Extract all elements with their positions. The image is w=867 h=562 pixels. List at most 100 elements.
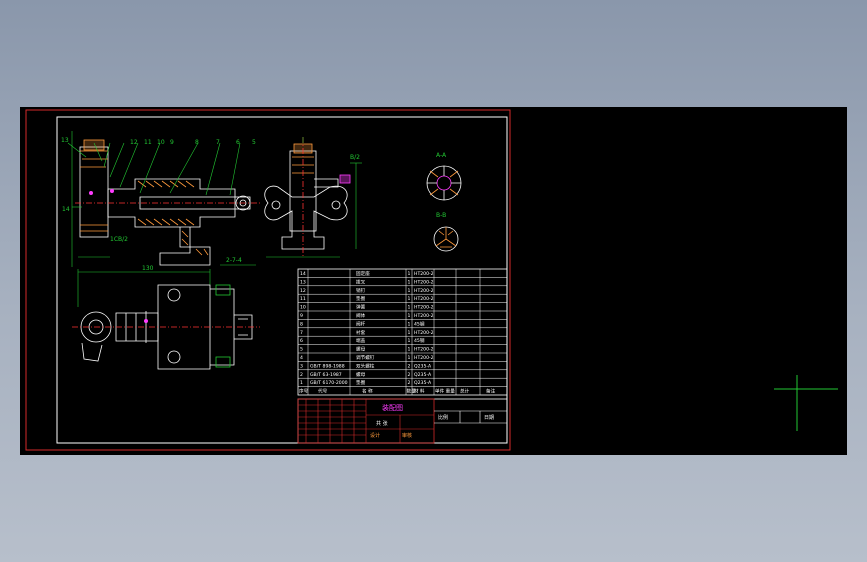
parts-row-qty: 1 (408, 271, 411, 277)
parts-row-no: 2 (300, 372, 303, 378)
parts-row-material: Q235-A (414, 380, 432, 386)
parts-row-name: 双头螺柱 (356, 362, 375, 369)
handle-hatch (80, 150, 108, 232)
parts-row-name: 销钉 (356, 287, 366, 294)
detail-view-a: A-A (426, 152, 462, 201)
side-body (264, 185, 348, 250)
parts-row-name: 螺母 (356, 371, 366, 378)
parts-row-standard: GB/T 898-1988 (310, 363, 345, 369)
plan-bolt-bottom (167, 350, 181, 364)
cad-viewport[interactable]: 13 12 11 10 9 8 7 6 5 14 1C B/2 B/2 A-A … (20, 107, 847, 455)
balloon-label: 7 (216, 139, 220, 146)
parts-row-qty: 2 (408, 380, 411, 386)
balloon-label: 13 (61, 137, 69, 144)
plan-view: 130 2-7-4 (72, 257, 260, 370)
parts-header-name: 名 称 (362, 388, 373, 395)
assembly-drawing: 13 12 11 10 9 8 7 6 5 14 1C B/2 B/2 A-A … (25, 109, 838, 451)
side-bolt-right (331, 200, 341, 210)
balloon-label: 12 (130, 139, 138, 146)
dimension-label: 2-7-4 (226, 257, 242, 264)
parts-row-name: 端盖 (356, 337, 366, 344)
parts-row-material: HT200-2 (414, 288, 434, 294)
date-label: 日期 (484, 415, 494, 421)
balloon-label: 11 (144, 139, 152, 146)
crosshair-cursor[interactable] (774, 375, 838, 431)
parts-row-qty: 1 (408, 313, 411, 319)
base-foot (159, 227, 211, 266)
title-block: 装配图 比例 共 张 设计 审核 日期 (297, 398, 508, 444)
parts-row-no: 14 (300, 271, 306, 277)
parts-row-name: 衬套 (356, 329, 366, 336)
parts-row-standard: GB/T 63-1987 (310, 372, 342, 378)
balloon-label: 6 (236, 139, 240, 146)
parts-row-material: HT200-2 (414, 313, 434, 319)
parts-row-no: 7 (300, 330, 303, 336)
parts-row-name: 螺母 (356, 346, 366, 353)
parts-list: 14 固定座 1 HT200-213 拨叉 1 HT200-212 销钉 1 HT200-211 垫… (297, 268, 508, 396)
parts-row-material: HT200-2 (414, 355, 434, 361)
balloon-label: 1C (110, 236, 118, 243)
parts-row-no: 1 (300, 380, 303, 386)
parts-header-remark: 备注 (486, 388, 496, 395)
parts-row-qty: 2 (408, 372, 411, 378)
dimension-label: 130 (142, 265, 154, 272)
plan-dimensions (77, 264, 256, 307)
section-marker (89, 191, 93, 195)
check-label: 审核 (402, 432, 412, 439)
parts-row-no: 8 (300, 321, 303, 327)
dimension-label: B/2 (118, 236, 128, 243)
parts-row-qty: 1 (408, 330, 411, 336)
plan-bolt-top (167, 288, 181, 302)
sheet-label: 共 张 (376, 420, 388, 427)
parts-row-name: 固定座 (356, 270, 370, 277)
parts-row-standard: GB/T 6170-2000 (310, 380, 348, 386)
parts-row-no: 6 (300, 338, 303, 344)
parts-row-material: HT200-2 (414, 271, 434, 277)
detail-label-a: A-A (436, 152, 447, 159)
parts-row-no: 11 (300, 296, 306, 302)
section-marker (110, 189, 114, 193)
parts-row-no: 5 (300, 347, 303, 353)
parts-row-material: HT200-2 (414, 347, 434, 353)
base-hatch (181, 230, 209, 256)
plan-nut-top (215, 284, 231, 296)
parts-row-name: 弹簧 (356, 304, 366, 311)
dimension-label: B/2 (350, 154, 360, 161)
balloon-label: 5 (252, 139, 256, 146)
parts-row-name: 调节螺钉 (356, 354, 375, 361)
parts-row-material: HT200-2 (414, 330, 434, 336)
parts-row-qty: 1 (408, 355, 411, 361)
drawing-name: 装配图 (382, 403, 403, 412)
parts-header-standard: 代号 (318, 388, 328, 395)
parts-row-qty: 1 (408, 338, 411, 344)
balloon-label: 14 (62, 206, 70, 213)
parts-header-total: 总计 (460, 388, 470, 395)
detail-label-b: B-B (436, 212, 446, 219)
side-view: B/2 (264, 137, 362, 258)
parts-row-no: 10 (300, 305, 306, 311)
parts-row-material: 45钢 (414, 320, 425, 327)
parts-row-qty: 1 (408, 321, 411, 327)
design-label: 设计 (370, 432, 380, 439)
scale-label: 比例 (438, 414, 448, 421)
handle-body (79, 146, 109, 238)
balloon-label: 10 (157, 139, 165, 146)
plan-marker (144, 319, 148, 323)
parts-row-name: 阀杆 (356, 320, 366, 327)
parts-header-no: 序号 (299, 388, 309, 395)
parts-row-material: HT200-2 (414, 279, 434, 285)
detail-view-b: B-B (433, 212, 459, 252)
side-bolt-left (271, 200, 281, 210)
parts-row-no: 4 (300, 355, 303, 361)
parts-row-name: 垫圈 (356, 379, 366, 386)
balloon-label: 9 (170, 139, 174, 146)
plan-nut-bottom (215, 356, 231, 368)
parts-row-name: 阀体 (356, 312, 366, 319)
parts-header-weight: 单件 重量 (435, 388, 455, 395)
parts-row-material: Q235-A (414, 363, 432, 369)
plan-handle-lever (81, 342, 103, 362)
parts-row-qty: 2 (408, 363, 411, 369)
balloon-label: 8 (195, 139, 199, 146)
handle-cap (83, 139, 105, 151)
parts-row-no: 3 (300, 363, 303, 369)
